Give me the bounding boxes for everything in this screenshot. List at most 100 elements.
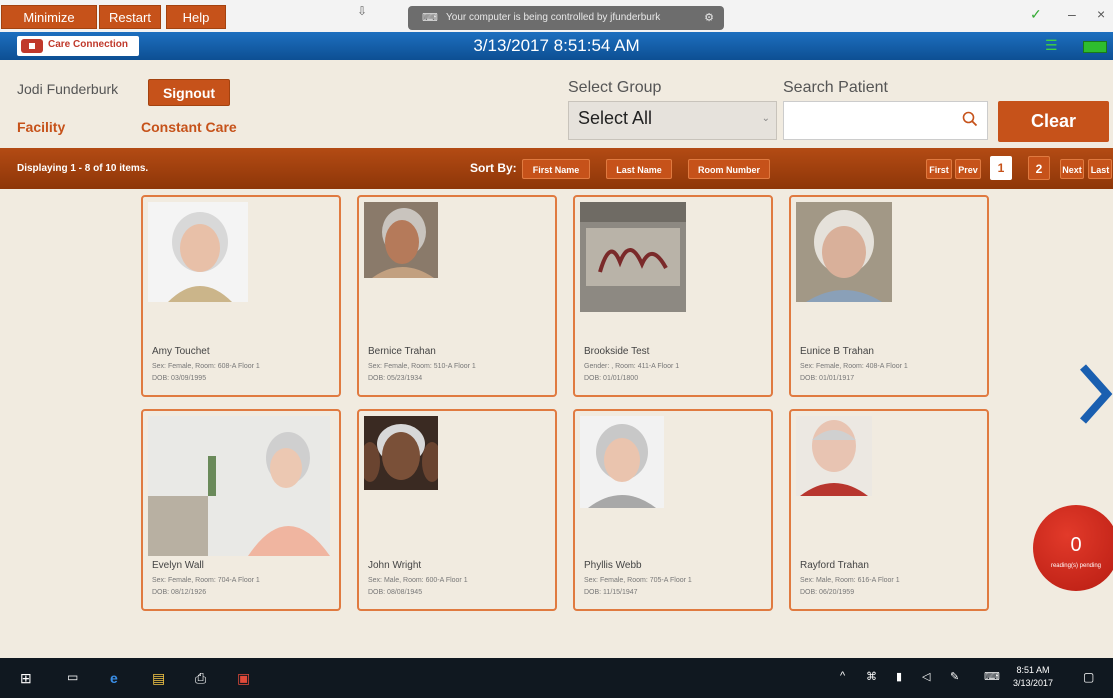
sort-paging-bar: Displaying 1 - 8 of 10 items. Sort By: F… bbox=[0, 148, 1113, 189]
search-patient-label: Search Patient bbox=[783, 79, 888, 96]
patient-name: Evelyn Wall bbox=[152, 560, 204, 571]
network-icon[interactable]: ⌘ bbox=[866, 670, 877, 683]
page-1-button[interactable]: 1 bbox=[990, 156, 1012, 180]
patient-info: Sex: Female, Room: 704-A Floor 1 bbox=[152, 577, 260, 584]
page-2-button[interactable]: 2 bbox=[1028, 156, 1050, 180]
patient-grid: Amy Touchet Sex: Female, Room: 608-A Flo… bbox=[0, 189, 1113, 639]
patient-dob: DOB: 03/09/1995 bbox=[152, 375, 207, 382]
remote-banner-text: Your computer is being controlled by jfu… bbox=[446, 12, 661, 23]
page-prev-button[interactable]: Prev bbox=[955, 159, 981, 179]
patient-card[interactable]: Brookside Test Gender: , Room: 411-A Flo… bbox=[573, 195, 773, 397]
patient-info: Sex: Male, Room: 616-A Floor 1 bbox=[800, 577, 900, 584]
page-next-button[interactable]: Next bbox=[1060, 159, 1084, 179]
patient-dob: DOB: 08/08/1945 bbox=[368, 589, 423, 596]
search-icon[interactable] bbox=[962, 111, 978, 127]
group-select[interactable]: Select All ⌄ bbox=[568, 101, 777, 140]
volume-icon[interactable]: ◁ bbox=[922, 670, 930, 683]
battery-tray-icon[interactable]: ▮ bbox=[896, 670, 902, 683]
search-input[interactable] bbox=[783, 101, 988, 140]
pending-count: 0 bbox=[1070, 534, 1082, 556]
patient-info: Sex: Female, Room: 608-A Floor 1 bbox=[152, 363, 260, 370]
chevron-right-icon[interactable] bbox=[1075, 363, 1113, 425]
patient-photo bbox=[148, 416, 330, 556]
patient-card[interactable]: Amy Touchet Sex: Female, Room: 608-A Flo… bbox=[141, 195, 341, 397]
patient-card[interactable]: Bernice Trahan Sex: Female, Room: 510-A … bbox=[357, 195, 557, 397]
patient-info: Sex: Female, Room: 408-A Floor 1 bbox=[800, 363, 908, 370]
store-icon[interactable]: ⎙ bbox=[195, 670, 206, 687]
check-icon: ✓ bbox=[1030, 6, 1042, 22]
logo-mark-icon bbox=[21, 39, 43, 53]
tray-chevron-up-icon[interactable]: ^ bbox=[840, 670, 845, 682]
taskbar-clock[interactable]: 8:51 AM 3/13/2017 bbox=[1012, 664, 1054, 690]
action-center-icon[interactable]: ▢ bbox=[1083, 670, 1094, 684]
keyboard-icon[interactable]: ⌨ bbox=[984, 670, 1000, 683]
page-last-button[interactable]: Last bbox=[1088, 159, 1112, 179]
file-explorer-icon[interactable]: ▤ bbox=[152, 670, 165, 687]
patient-photo bbox=[580, 416, 664, 508]
task-view-icon[interactable]: ▭ bbox=[67, 670, 78, 684]
patient-photo bbox=[364, 416, 438, 490]
page-first-button[interactable]: First bbox=[926, 159, 952, 179]
care-connection-app-icon[interactable]: ▣ bbox=[237, 670, 250, 687]
windows-taskbar: ⊞ ▭ e ▤ ⎙ ▣ ^ ⌘ ▮ ◁ ✎ ⌨ 8:51 AM 3/13/201… bbox=[0, 658, 1113, 698]
patient-info: Sex: Female, Room: 510-A Floor 1 bbox=[368, 363, 476, 370]
pending-label: reading(s) pending bbox=[1050, 563, 1102, 569]
help-button[interactable]: Help bbox=[166, 5, 226, 29]
select-group-label: Select Group bbox=[568, 79, 662, 96]
patient-name: Amy Touchet bbox=[152, 346, 210, 357]
patient-card[interactable]: Evelyn Wall Sex: Female, Room: 704-A Flo… bbox=[141, 409, 341, 611]
edge-browser-icon[interactable]: e bbox=[110, 670, 118, 686]
restart-button[interactable]: Restart bbox=[99, 5, 161, 29]
facility-label: Facility bbox=[17, 119, 66, 135]
patient-photo bbox=[364, 202, 438, 278]
patient-dob: DOB: 06/20/1959 bbox=[800, 589, 855, 596]
patient-dob: DOB: 01/01/1917 bbox=[800, 375, 855, 382]
patient-card[interactable]: Eunice B Trahan Sex: Female, Room: 408-A… bbox=[789, 195, 989, 397]
windows-start-icon[interactable]: ⊞ bbox=[20, 670, 32, 687]
patient-dob: DOB: 05/23/1934 bbox=[368, 375, 423, 382]
clear-button[interactable]: Clear bbox=[998, 101, 1109, 142]
sort-room-number-button[interactable]: Room Number bbox=[688, 159, 770, 179]
taskbar-time: 8:51 AM bbox=[1016, 665, 1050, 675]
mouse-pointer-icon: ⇩ bbox=[357, 4, 368, 18]
patient-card[interactable]: Phyllis Webb Sex: Female, Room: 705-A Fl… bbox=[573, 409, 773, 611]
group-select-value: Select All bbox=[578, 108, 653, 128]
patient-photo bbox=[580, 202, 686, 312]
logo-text: Care Connection bbox=[48, 39, 129, 50]
window-minimize-icon[interactable]: – bbox=[1068, 6, 1076, 22]
patient-photo bbox=[148, 202, 248, 302]
patient-info: Sex: Female, Room: 705-A Floor 1 bbox=[584, 577, 692, 584]
patient-name: Brookside Test bbox=[584, 346, 650, 357]
patient-photo bbox=[796, 416, 872, 496]
app-logo: Care Connection bbox=[17, 36, 139, 56]
patient-info: Gender: , Room: 411-A Floor 1 bbox=[584, 363, 680, 370]
pending-readings-badge[interactable]: 0 reading(s) pending bbox=[1033, 505, 1113, 591]
remote-icon: ⌨ bbox=[422, 12, 438, 24]
patient-name: Eunice B Trahan bbox=[800, 346, 874, 357]
patient-dob: DOB: 11/15/1947 bbox=[584, 589, 638, 596]
sort-by-label: Sort By: bbox=[470, 161, 517, 175]
user-name: Jodi Funderburk bbox=[17, 81, 119, 97]
patient-card[interactable]: Rayford Trahan Sex: Male, Room: 616-A Fl… bbox=[789, 409, 989, 611]
window-close-icon[interactable]: × bbox=[1097, 6, 1105, 22]
chevron-down-icon: ⌄ bbox=[761, 113, 770, 124]
patient-info: Sex: Male, Room: 600-A Floor 1 bbox=[368, 577, 468, 584]
gear-icon[interactable]: ⚙ bbox=[704, 6, 714, 30]
minimize-button[interactable]: Minimize bbox=[1, 5, 97, 29]
patient-dob: DOB: 08/12/1926 bbox=[152, 589, 207, 596]
window-title-bar: Minimize Restart Help ⇩ ⌨ Your computer … bbox=[0, 0, 1113, 32]
sort-last-name-button[interactable]: Last Name bbox=[606, 159, 672, 179]
patient-name: Phyllis Webb bbox=[584, 560, 642, 571]
battery-icon bbox=[1083, 41, 1107, 53]
patient-dob: DOB: 01/01/1800 bbox=[584, 375, 639, 382]
patient-card[interactable]: John Wright Sex: Male, Room: 600-A Floor… bbox=[357, 409, 557, 611]
pen-icon[interactable]: ✎ bbox=[950, 670, 959, 683]
patient-photo bbox=[796, 202, 892, 302]
patient-name: Bernice Trahan bbox=[368, 346, 436, 357]
signout-button[interactable]: Signout bbox=[148, 79, 230, 106]
sort-first-name-button[interactable]: First Name bbox=[522, 159, 590, 179]
patient-name: John Wright bbox=[368, 560, 422, 571]
patient-name: Rayford Trahan bbox=[800, 560, 869, 571]
display-count: Displaying 1 - 8 of 10 items. bbox=[17, 163, 149, 174]
app-header: 3/13/2017 8:51:54 AM Care Connection ☰ bbox=[0, 32, 1113, 60]
